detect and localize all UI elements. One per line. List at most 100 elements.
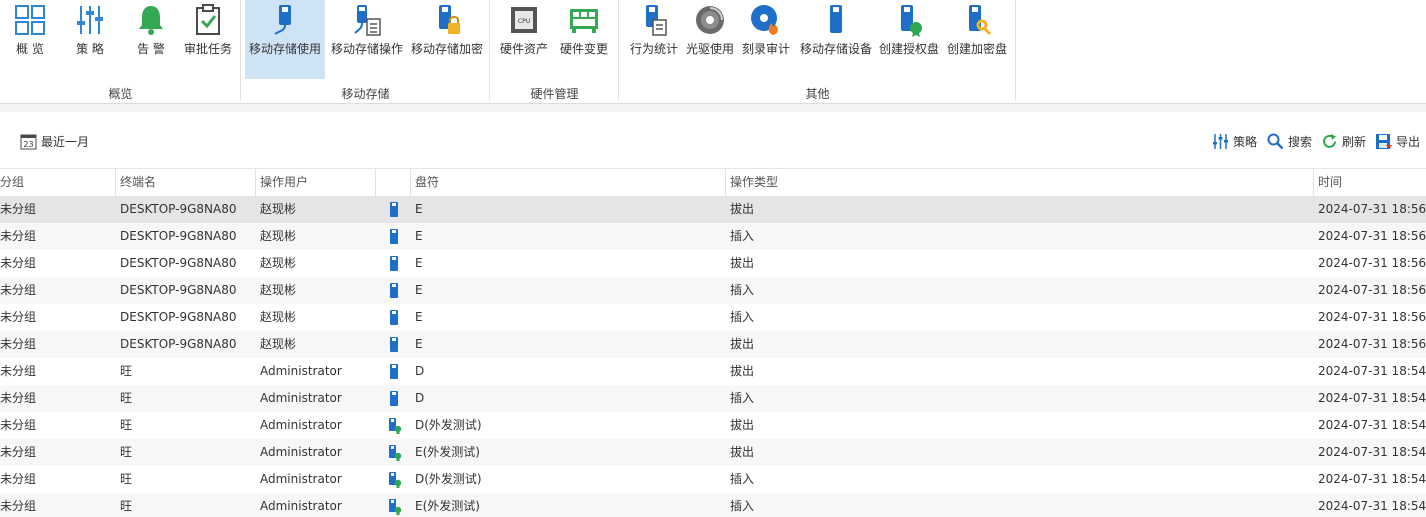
cell-drive: E(外发测试): [415, 493, 480, 517]
approval-task-button[interactable]: 审批任务: [180, 0, 236, 79]
table-row[interactable]: 未分组 DESKTOP-9G8NA80 赵现彬 E 插入 2024-07-31 18:56…: [0, 304, 1426, 331]
cpu-chip-icon: CPU: [511, 7, 537, 33]
cell-user: Administrator: [260, 466, 342, 493]
burn-audit-button[interactable]: 刻录审计: [739, 0, 793, 79]
table-row[interactable]: 未分组 DESKTOP-9G8NA80 赵现彬 E 拔出 2024-07-31 18:56…: [0, 250, 1426, 277]
cell-user: 赵现彬: [260, 331, 296, 358]
table-row[interactable]: 未分组 DESKTOP-9G8NA80 赵现彬 E 插入 2024-07-31 18:56…: [0, 223, 1426, 250]
cell-time-text: 2024-07-31 18:56:4: [1318, 202, 1426, 216]
usb-drive-icon: [388, 358, 404, 385]
usb-drive-icon: [388, 196, 404, 223]
overview-grid-icon: [15, 5, 45, 35]
cell-terminal-text: 旺: [120, 364, 133, 378]
table-row[interactable]: 未分组 旺 Administrator D(外发测试) 拔出 2024-07-31 18:…: [0, 412, 1426, 439]
cell-drive-text: E: [415, 283, 423, 297]
usb-drive-icon: [388, 277, 404, 304]
cell-time-text: 2024-07-31 18:54:1: [1318, 364, 1426, 378]
usb-usage-button[interactable]: 移动存储使用: [245, 0, 325, 79]
cell-drive-text: E: [415, 229, 423, 243]
cell-op-text: 拔出: [730, 202, 755, 216]
alarm-button-label: 告 警: [137, 42, 165, 56]
cell-drive-text: E: [415, 337, 423, 351]
search-toolbar-button[interactable]: 搜索: [1267, 132, 1312, 150]
column-header-terminal[interactable]: 终端名: [115, 169, 255, 196]
usb-device-button[interactable]: 移动存储设备: [797, 0, 875, 79]
refresh-toolbar-button[interactable]: 刷新: [1321, 132, 1366, 150]
usb-operation-button[interactable]: 移动存储操作: [327, 0, 407, 79]
column-header-user[interactable]: 操作用户: [255, 169, 375, 196]
cell-group: 未分组: [0, 304, 36, 331]
create-auth-disk-button[interactable]: 创建授权盘: [877, 0, 941, 79]
behavior-stats-button[interactable]: 行为统计: [627, 0, 681, 79]
hardware-change-button[interactable]: 硬件变更: [556, 0, 612, 79]
cell-user-text: 赵现彬: [260, 229, 297, 243]
cell-group: 未分组: [0, 466, 36, 493]
column-header-drive[interactable]: 盘符: [410, 169, 725, 196]
cell-time: 2024-07-31 18:54:0: [1318, 439, 1426, 466]
cell-op: 插入: [730, 466, 754, 493]
ribbon-separator-band: [0, 104, 1426, 112]
date-range-selector[interactable]: 23 最近一月: [20, 132, 89, 150]
table-row[interactable]: 未分组 DESKTOP-9G8NA80 赵现彬 E 拔出 2024-07-31 18:56…: [0, 196, 1426, 223]
cell-time-text: 2024-07-31 18:54:0: [1318, 418, 1426, 432]
overview-button[interactable]: 概 览: [6, 0, 54, 79]
refresh-toolbar-label: 刷新: [1342, 134, 1367, 149]
usb-auth-drive-icon: [388, 493, 404, 517]
alarm-button[interactable]: 告 警: [126, 0, 176, 79]
usb-encrypt-button[interactable]: 移动存储加密: [407, 0, 487, 79]
calendar-day-text: 23: [23, 140, 33, 149]
cell-group-text: 未分组: [0, 364, 37, 378]
cell-time: 2024-07-31 18:54:0: [1318, 493, 1426, 517]
cell-drive: D: [415, 358, 424, 385]
search-icon: [1267, 133, 1284, 149]
cell-time-text: 2024-07-31 18:54:1: [1318, 391, 1426, 405]
column-header-time[interactable]: 时间: [1313, 169, 1426, 196]
approval-task-button-label: 审批任务: [183, 42, 232, 56]
table-row[interactable]: 未分组 旺 Administrator D 拔出 2024-07-31 18:54:1: [0, 358, 1426, 385]
cell-time: 2024-07-31 18:56:3: [1318, 277, 1426, 304]
cell-op: 拔出: [730, 250, 754, 277]
overview-button-label: 概 览: [16, 42, 44, 56]
cell-group: 未分组: [0, 331, 36, 358]
strategy-toolbar-button[interactable]: 策略: [1212, 132, 1257, 150]
cell-drive-text: D: [415, 391, 425, 405]
cell-terminal-text: 旺: [120, 445, 133, 459]
cell-terminal-text: 旺: [120, 499, 133, 513]
table-row[interactable]: 未分组 DESKTOP-9G8NA80 赵现彬 E 拔出 2024-07-31 18:56…: [0, 331, 1426, 358]
cell-time-text: 2024-07-31 18:54:0: [1318, 499, 1426, 513]
usb-encrypt-button-label: 移动存储加密: [410, 42, 483, 56]
strategy-sliders-icon: [1213, 133, 1228, 149]
cell-user: Administrator: [260, 439, 342, 466]
column-header-group[interactable]: 分组: [0, 169, 115, 196]
cell-terminal: DESKTOP-9G8NA80: [120, 250, 236, 277]
export-toolbar-button[interactable]: 导出: [1375, 132, 1420, 150]
cell-op: 拔出: [730, 412, 754, 439]
cell-terminal: 旺: [120, 385, 132, 412]
optical-drive-button[interactable]: 光驱使用: [683, 0, 737, 79]
cell-drive-text: D: [415, 364, 425, 378]
usb-auth-drive-icon: [388, 412, 404, 439]
cell-user: Administrator: [260, 385, 342, 412]
usb-drive-icon: [388, 385, 404, 412]
create-encrypt-disk-button[interactable]: 创建加密盘: [945, 0, 1009, 79]
table-row[interactable]: 未分组 旺 Administrator D 插入 2024-07-31 18:54:1: [0, 385, 1426, 412]
cell-group: 未分组: [0, 196, 36, 223]
cell-drive-text: E(外发测试): [415, 445, 480, 459]
cell-user-text: 赵现彬: [260, 337, 297, 351]
cell-op: 插入: [730, 493, 754, 517]
column-header-operation-type[interactable]: 操作类型: [725, 169, 1313, 196]
table-row[interactable]: 未分组 旺 Administrator D(外发测试) 插入 2024-07-31 18:…: [0, 466, 1426, 493]
usb-drive-icon: [388, 331, 404, 358]
table-row[interactable]: 未分组 旺 Administrator E(外发测试) 插入 2024-07-31 18:…: [0, 493, 1426, 517]
optical-drive-button-label: 光驱使用: [685, 42, 734, 56]
table-row[interactable]: 未分组 旺 Administrator E(外发测试) 拔出 2024-07-31 18:…: [0, 439, 1426, 466]
cell-user-text: 赵现彬: [260, 283, 297, 297]
optical-disc-icon: [696, 6, 724, 34]
cell-user: 赵现彬: [260, 196, 296, 223]
column-header-device-icon[interactable]: [375, 169, 410, 196]
table-row[interactable]: 未分组 DESKTOP-9G8NA80 赵现彬 E 插入 2024-07-31 18:56…: [0, 277, 1426, 304]
cell-time: 2024-07-31 18:54:1: [1318, 358, 1426, 385]
usb-auth-drive-icon: [388, 439, 404, 466]
hardware-asset-button[interactable]: CPU 硬件资产: [496, 0, 552, 79]
strategy-button[interactable]: 策 略: [66, 0, 114, 79]
